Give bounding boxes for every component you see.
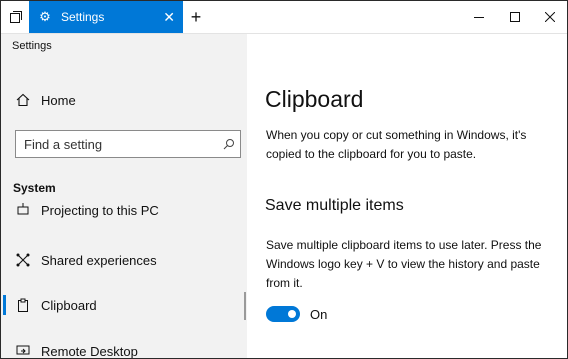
tab-settings[interactable]: ⚙ Settings ✕ xyxy=(29,1,183,33)
sidebar-item-label: Clipboard xyxy=(41,297,97,313)
new-tab-button[interactable]: + xyxy=(185,1,207,33)
save-multiple-items-toggle[interactable] xyxy=(266,306,300,322)
sidebar-item-projecting[interactable]: Projecting to this PC xyxy=(1,202,247,228)
search-icon[interactable] xyxy=(218,138,240,150)
title-bar: ⚙ Settings ✕ + xyxy=(1,1,567,34)
toggle-knob xyxy=(288,310,296,318)
sidebar-item-clipboard[interactable]: Clipboard xyxy=(1,292,247,318)
main-content: Clipboard When you copy or cut something… xyxy=(247,34,567,358)
minimize-button[interactable] xyxy=(461,1,497,33)
sidebar: Settings Home System Projecting to this … xyxy=(1,34,247,359)
sidebar-item-shared-experiences[interactable]: Shared experiences xyxy=(1,247,247,273)
plus-icon: + xyxy=(190,6,202,27)
close-button[interactable] xyxy=(533,1,567,33)
selection-indicator xyxy=(3,295,6,315)
nav-home[interactable]: Home xyxy=(15,89,76,111)
section-description: Save multiple clipboard items to use lat… xyxy=(266,238,542,290)
search-input[interactable] xyxy=(16,136,218,152)
page-title: Clipboard xyxy=(265,86,364,112)
sidebar-item-label: Remote Desktop xyxy=(41,343,138,359)
app-label: Settings xyxy=(12,40,52,52)
sidebar-scrollbar[interactable] xyxy=(244,292,246,320)
minimize-icon xyxy=(474,17,484,18)
section-title: System xyxy=(13,181,56,195)
clipboard-icon xyxy=(15,298,31,312)
tab-title: Settings xyxy=(61,10,105,24)
projector-icon xyxy=(15,203,31,217)
remote-desktop-icon xyxy=(15,344,31,358)
toggle-state-label: On xyxy=(310,307,328,322)
gear-icon: ⚙ xyxy=(39,9,51,24)
sidebar-item-label: Projecting to this PC xyxy=(41,202,159,218)
search-box[interactable] xyxy=(15,130,241,158)
tab-close-icon[interactable]: ✕ xyxy=(163,9,175,25)
close-icon xyxy=(545,12,555,22)
task-view-icon[interactable] xyxy=(1,1,31,33)
intro-text: When you copy or cut something in Window… xyxy=(266,128,527,161)
settings-window: ⚙ Settings ✕ + Settings Home Find a sett… xyxy=(0,0,568,359)
home-icon xyxy=(15,93,31,107)
section-heading: Save multiple items xyxy=(265,197,404,214)
maximize-icon xyxy=(510,12,520,22)
shared-experiences-icon xyxy=(15,253,31,267)
sidebar-item-remote-desktop[interactable]: Remote Desktop xyxy=(1,338,247,359)
sidebar-item-label: Shared experiences xyxy=(41,252,157,268)
maximize-button[interactable] xyxy=(497,1,533,33)
home-label: Home xyxy=(41,92,76,108)
